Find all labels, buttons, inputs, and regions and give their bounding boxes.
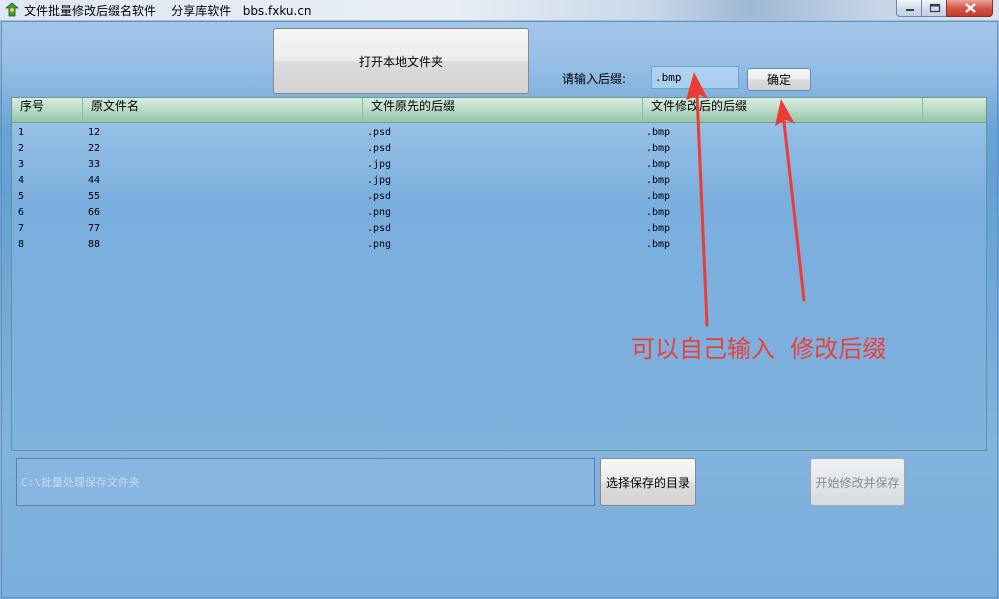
- cell-original-name: 88: [88, 239, 101, 250]
- table-row[interactable]: 3 33 .jpg .bmp: [12, 157, 986, 173]
- cell-original-suffix: .psd: [367, 223, 392, 234]
- cell-new-suffix: .bmp: [646, 143, 671, 154]
- cell-original-suffix: .png: [367, 207, 392, 218]
- suffix-label: 请输入后缀:: [562, 72, 627, 86]
- minimize-icon: [906, 9, 914, 11]
- window-title: 文件批量修改后缀名软件 分享库软件 bbs.fxku.cn: [24, 4, 312, 18]
- maximize-button[interactable]: [921, 0, 947, 17]
- table-row[interactable]: 8 88 .png .bmp: [12, 237, 986, 253]
- cell-original-name: 12: [88, 127, 101, 138]
- open-local-folder-button[interactable]: 打开本地文件夹: [273, 28, 529, 94]
- cell-index: 3: [18, 159, 25, 170]
- table-header: 序号 原文件名 文件原先的后缀 文件修改后的后缀: [12, 98, 986, 123]
- cell-original-suffix: .jpg: [367, 159, 392, 170]
- minimize-button[interactable]: [896, 0, 922, 17]
- cell-new-suffix: .bmp: [646, 175, 671, 186]
- cell-original-name: 44: [88, 175, 101, 186]
- column-header-index[interactable]: 序号: [12, 98, 83, 122]
- column-header-original-suffix[interactable]: 文件原先的后缀: [363, 98, 643, 122]
- cell-index: 6: [18, 207, 25, 218]
- table-row[interactable]: 7 77 .psd .bmp: [12, 221, 986, 237]
- maximize-icon: [929, 3, 941, 13]
- choose-save-directory-button[interactable]: 选择保存的目录: [600, 458, 696, 506]
- cell-new-suffix: .bmp: [646, 207, 671, 218]
- table-body: 1 12 .psd .bmp 2 22 .psd .bmp 3 33 .jpg …: [12, 125, 986, 253]
- column-header-new-suffix[interactable]: 文件修改后的后缀: [643, 98, 923, 122]
- save-path-field[interactable]: [16, 458, 595, 506]
- suffix-input[interactable]: [651, 66, 739, 89]
- start-modify-and-save-button[interactable]: 开始修改并保存: [810, 458, 905, 506]
- cell-new-suffix: .bmp: [646, 191, 671, 202]
- close-button[interactable]: [946, 0, 993, 17]
- close-icon: [965, 3, 976, 13]
- app-icon: [4, 2, 20, 17]
- title-bar: 文件批量修改后缀名软件 分享库软件 bbs.fxku.cn: [0, 0, 999, 20]
- cell-original-name: 77: [88, 223, 101, 234]
- cell-original-suffix: .psd: [367, 143, 392, 154]
- cell-original-suffix: .jpg: [367, 175, 392, 186]
- cell-index: 7: [18, 223, 25, 234]
- confirm-button[interactable]: 确定: [747, 68, 811, 91]
- annotation-text: 可以自己输入 修改后缀: [631, 335, 887, 363]
- cell-original-name: 55: [88, 191, 101, 202]
- table-row[interactable]: 5 55 .psd .bmp: [12, 189, 986, 205]
- table-row[interactable]: 1 12 .psd .bmp: [12, 125, 986, 141]
- cell-original-suffix: .png: [367, 239, 392, 250]
- column-header-filler: [923, 98, 986, 122]
- cell-original-suffix: .psd: [367, 127, 392, 138]
- cell-index: 1: [18, 127, 25, 138]
- table-row[interactable]: 4 44 .jpg .bmp: [12, 173, 986, 189]
- cell-new-suffix: .bmp: [646, 239, 671, 250]
- cell-original-name: 33: [88, 159, 101, 170]
- table-row[interactable]: 6 66 .png .bmp: [12, 205, 986, 221]
- cell-original-name: 22: [88, 143, 101, 154]
- file-list-table[interactable]: 序号 原文件名 文件原先的后缀 文件修改后的后缀 1 12 .psd .bmp …: [11, 97, 987, 451]
- cell-original-name: 66: [88, 207, 101, 218]
- cell-new-suffix: .bmp: [646, 159, 671, 170]
- cell-index: 4: [18, 175, 25, 186]
- cell-original-suffix: .psd: [367, 191, 392, 202]
- column-header-original-name[interactable]: 原文件名: [83, 98, 363, 122]
- cell-new-suffix: .bmp: [646, 127, 671, 138]
- cell-index: 2: [18, 143, 25, 154]
- cell-new-suffix: .bmp: [646, 223, 671, 234]
- table-row[interactable]: 2 22 .psd .bmp: [12, 141, 986, 157]
- cell-index: 5: [18, 191, 25, 202]
- cell-index: 8: [18, 239, 25, 250]
